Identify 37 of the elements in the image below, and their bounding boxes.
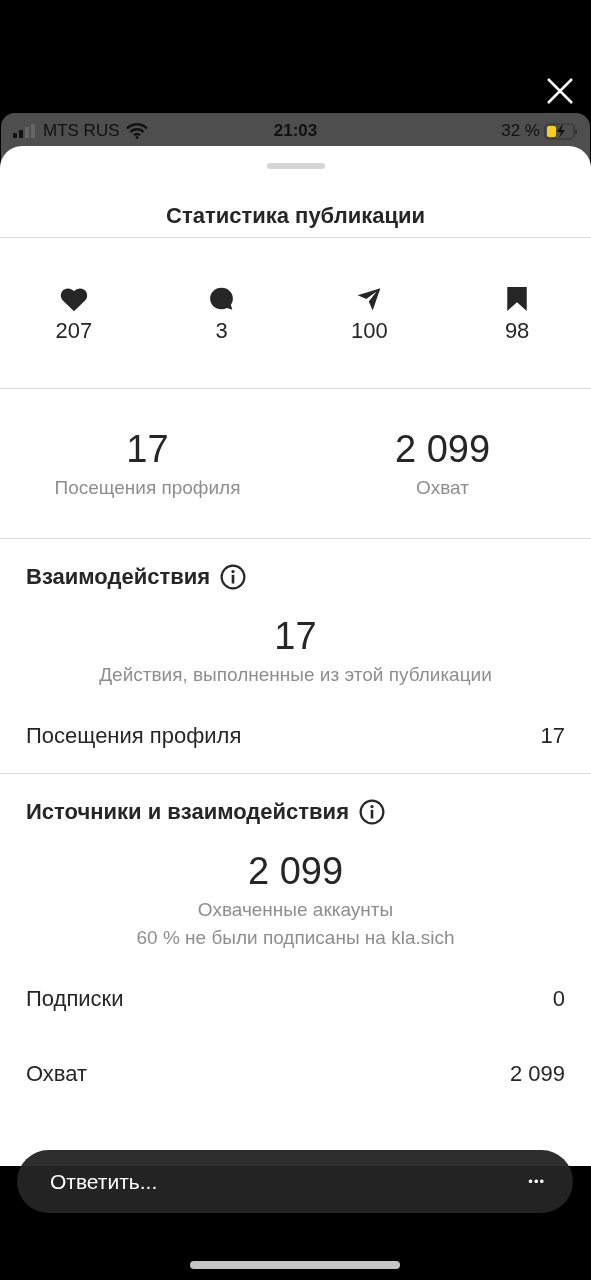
metric-caption: Охваченные аккаунты (197, 899, 394, 921)
metric-value: 2 099 (394, 428, 491, 471)
row-label: Подписки (26, 985, 124, 1012)
wifi-icon (125, 123, 148, 139)
reply-field[interactable]: Ответить... ••• (17, 1150, 573, 1213)
close-button[interactable] (545, 76, 575, 106)
bookmark-icon (506, 286, 529, 312)
info-icon[interactable] (220, 564, 247, 590)
count-value: 3 (215, 318, 228, 344)
count-value: 98 (504, 318, 530, 344)
metric-caption: 60 % не были подписаны на kla.sich (136, 927, 455, 949)
sheet-title: Статистика публикации (165, 203, 426, 230)
metric-value: 17 (126, 428, 169, 471)
count-value: 100 (351, 318, 388, 344)
section-title: Источники и взаимодействия (26, 799, 349, 825)
row-label: Посещения профиля (26, 722, 242, 749)
metric-label: Охват (416, 477, 469, 499)
section-title: Взаимодействия (26, 564, 211, 590)
info-icon[interactable] (359, 799, 385, 825)
row-label: Охват (26, 1060, 88, 1087)
metric-caption: Действия, выполненные из этой публикации (99, 664, 492, 686)
metric-value: 17 (274, 615, 317, 658)
count-value: 207 (55, 318, 93, 344)
row-value: 2 099 (509, 1060, 565, 1087)
status-time: 21:03 (272, 121, 319, 141)
metric-value: 2 099 (247, 850, 344, 893)
battery-percent: 32 % (501, 121, 540, 141)
signal-icon (13, 124, 37, 138)
heart-icon (59, 286, 88, 312)
more-button[interactable]: ••• (528, 1174, 545, 1189)
drag-handle[interactable] (266, 163, 325, 169)
carrier-name: MTS RUS (43, 121, 120, 141)
row-value: 0 (552, 985, 565, 1012)
battery-charging-icon (544, 122, 578, 140)
comment-icon (208, 286, 236, 312)
row-value: 17 (540, 722, 565, 749)
metric-label: Посещения профиля (54, 477, 241, 499)
